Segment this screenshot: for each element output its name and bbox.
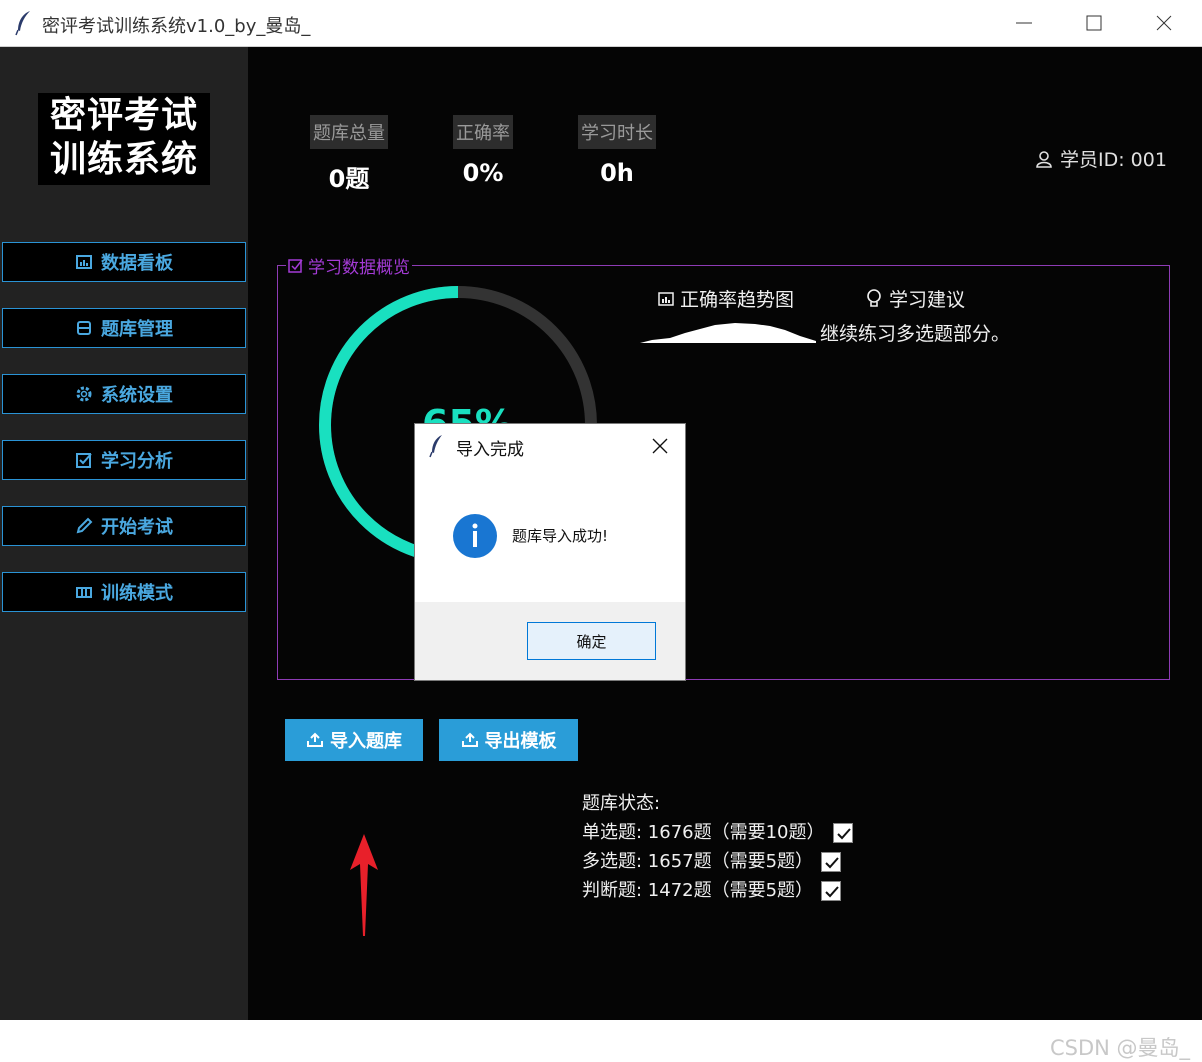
accuracy-trend-sparkline [640,323,816,343]
upload-icon [461,732,478,747]
maximize-button[interactable] [1060,0,1128,46]
ok-button[interactable]: 确定 [527,622,656,660]
stat-value: 0h [600,159,634,187]
user-id: 学员ID: 001 [1034,145,1167,172]
sidebar-item-label: 开始考试 [101,517,173,538]
stat-label: 学习时长 [578,115,656,149]
close-button[interactable] [1130,0,1198,46]
check-icon [825,885,839,897]
minimize-button[interactable] [990,0,1058,46]
dialog-titlebar: 导入完成 [415,424,685,468]
annotation-arrow [350,834,378,936]
dialog-title: 导入完成 [456,440,524,460]
book-icon [76,587,92,598]
database-icon [77,321,91,335]
bank-status: 题库状态: 单选题: 1676题（需要10题） 多选题: 1657题（需要5题）… [582,789,853,905]
window-title: 密评考试训练系统v1.0_by_曼岛_ [42,16,311,37]
sidebar-item-dashboard[interactable]: 数据看板 [2,242,246,282]
dashboard-icon [76,255,92,269]
chart-icon [658,291,674,306]
stat-accuracy: 正确率 0% [450,115,516,187]
stat-study-time: 学习时长 0h [574,115,660,187]
sidebar: 密评考试 训练系统 数据看板 题库管理 系统设置 学习分析 开始考试 训练模式 [0,47,248,1020]
sidebar-item-label: 训练模式 [101,583,173,604]
sidebar-item-label: 数据看板 [101,253,173,274]
trend-chart-label: 正确率趋势图 [658,285,794,312]
bank-status-row: 判断题: 1472题（需要5题） [582,876,853,905]
checkbox-icon [288,258,303,273]
single-choice-checkbox[interactable] [832,822,853,843]
dialog-footer: 确定 [415,602,685,680]
sidebar-item-exam[interactable]: 开始考试 [2,506,246,546]
lightbulb-icon [867,288,881,307]
check-icon [825,856,839,868]
stat-bank-total: 题库总量 0题 [306,115,392,194]
info-icon [453,514,497,558]
window-titlebar: 密评考试训练系统v1.0_by_曼岛_ [0,0,1202,47]
sidebar-item-bank-manage[interactable]: 题库管理 [2,308,246,348]
bank-status-row: 多选题: 1657题（需要5题） [582,847,853,876]
sidebar-item-label: 系统设置 [101,385,173,406]
stat-value: 0题 [328,165,370,193]
csdn-watermark: CSDN @曼岛_ [1050,1036,1191,1060]
dialog-message: 题库导入成功! [512,527,609,545]
import-bank-button[interactable]: 导入题库 [285,719,423,761]
sidebar-item-training[interactable]: 训练模式 [2,572,246,612]
close-icon [1156,15,1172,31]
dialog-close-button[interactable] [651,437,669,455]
sidebar-item-label: 学习分析 [101,451,173,472]
sidebar-item-settings[interactable]: 系统设置 [2,374,246,414]
sidebar-item-label: 题库管理 [101,319,173,340]
main-content: 题库总量 0题 正确率 0% 学习时长 0h 学员ID: 001 学习数据概览 … [248,47,1202,1020]
maximize-icon [1086,15,1102,31]
study-advice-label: 学习建议 [865,285,965,312]
sidebar-item-analysis[interactable]: 学习分析 [2,440,246,480]
stat-label: 正确率 [453,115,513,149]
bank-status-row: 单选题: 1676题（需要10题） [582,818,853,847]
import-complete-dialog: 导入完成 题库导入成功! 确定 [415,424,685,680]
bank-status-title: 题库状态: [582,793,661,814]
study-advice-text: 继续练习多选题部分。 [820,323,1011,345]
app-logo: 密评考试 训练系统 [38,93,210,185]
check-icon [836,827,851,839]
stat-label: 题库总量 [310,115,388,149]
export-template-button[interactable]: 导出模板 [439,719,578,761]
minimize-icon [1016,22,1032,24]
stat-value: 0% [462,159,504,187]
checkbox-icon [76,453,92,468]
multi-choice-checkbox[interactable] [821,851,842,872]
true-false-checkbox[interactable] [821,880,842,901]
upload-icon [307,732,323,747]
user-icon [1036,150,1052,168]
gear-icon [76,386,92,402]
feather-icon [429,435,442,458]
pencil-icon [76,517,93,534]
feather-icon [15,11,30,36]
